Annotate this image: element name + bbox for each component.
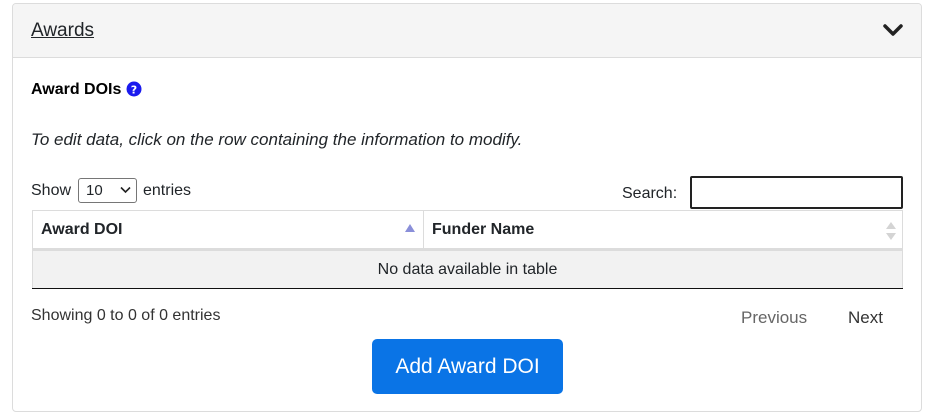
table-header-row: Award DOI Funder Name <box>32 210 903 251</box>
award-doi-table: Award DOI Funder Name No data available … <box>32 210 903 289</box>
edit-hint: To edit data, click on the row containin… <box>31 130 523 149</box>
card-title[interactable]: Awards <box>31 20 94 42</box>
chevron-down-icon <box>120 186 131 194</box>
column-label: Award DOI <box>41 220 123 238</box>
column-label: Funder Name <box>432 220 535 238</box>
length-prefix: Show <box>31 182 72 199</box>
awards-card: Awards Award DOIs ? To edit data, click … <box>12 3 922 412</box>
table-row: No data available in table <box>32 249 903 289</box>
sort-both-icon <box>886 222 896 240</box>
empty-table-message: No data available in table <box>32 249 903 289</box>
table-info: Showing 0 to 0 of 0 entries <box>31 307 221 324</box>
previous-page-button[interactable]: Previous <box>741 308 807 328</box>
section-label: Award DOIs <box>31 81 122 98</box>
entries-length-value: 10 <box>86 182 103 199</box>
search-input[interactable] <box>690 176 903 209</box>
search-label: Search: <box>622 185 678 202</box>
add-award-doi-button[interactable]: Add Award DOI <box>372 339 563 394</box>
card-header[interactable]: Awards <box>13 4 921 58</box>
column-header-award-doi[interactable]: Award DOI <box>32 210 424 251</box>
question-circle-icon[interactable]: ? <box>126 81 142 97</box>
length-suffix: entries <box>143 182 192 199</box>
svg-text:?: ? <box>131 83 137 96</box>
column-header-funder-name[interactable]: Funder Name <box>423 210 903 251</box>
chevron-down-icon[interactable] <box>881 18 905 42</box>
sort-asc-icon <box>405 224 415 232</box>
entries-length-select[interactable]: 10 <box>78 178 137 203</box>
next-page-button[interactable]: Next <box>848 308 883 328</box>
